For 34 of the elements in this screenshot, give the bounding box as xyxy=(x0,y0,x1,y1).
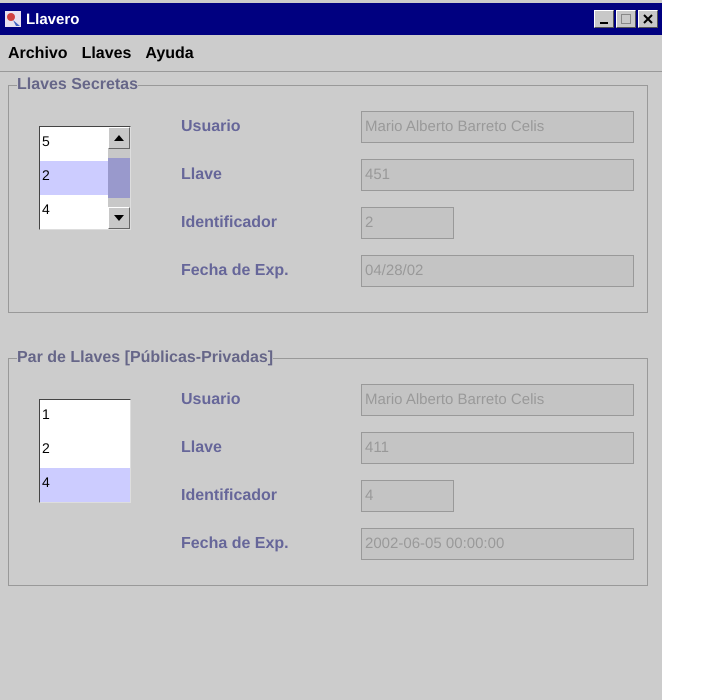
field-label: Usuario xyxy=(181,118,242,136)
group-title: Par de Llaves [Públicas-Privadas] xyxy=(17,349,274,367)
list-box[interactable]: 5 2 4 xyxy=(39,126,131,230)
menu-item[interactable]: Llaves xyxy=(82,45,132,63)
scroll-up-button[interactable] xyxy=(108,127,130,149)
field-label: Usuario xyxy=(181,391,242,409)
field-label: Llave xyxy=(181,439,223,457)
field-label: Fecha de Exp. xyxy=(181,535,290,553)
field-label: Fecha de Exp. xyxy=(181,262,290,280)
minimize-button[interactable] xyxy=(594,10,614,28)
field-label: Identificador xyxy=(181,487,278,505)
down-arrow-icon xyxy=(114,215,124,221)
list-item[interactable]: 5 xyxy=(40,127,108,161)
maximize-icon xyxy=(620,13,632,25)
list-item[interactable]: 1 xyxy=(40,400,130,434)
field-label: Llave xyxy=(181,166,223,184)
scrollbar[interactable] xyxy=(108,127,130,229)
close-icon xyxy=(642,13,654,25)
scroll-down-button[interactable] xyxy=(108,207,130,229)
list-item[interactable]: 2 xyxy=(40,434,130,468)
list-item[interactable]: 2 xyxy=(40,161,108,195)
group-title: Llaves Secretas xyxy=(17,76,138,94)
menu-item[interactable]: Archivo xyxy=(8,45,68,63)
list-box[interactable]: 1 2 4 xyxy=(39,399,131,503)
menu-item[interactable]: Ayuda xyxy=(145,45,194,63)
close-button[interactable] xyxy=(638,10,658,28)
list-item[interactable]: 4 xyxy=(40,195,108,229)
maximize-button[interactable] xyxy=(616,10,636,28)
list-item[interactable]: 4 xyxy=(40,468,130,502)
app-icon xyxy=(4,10,22,28)
minimize-icon xyxy=(600,22,608,24)
field-label: Identificador xyxy=(181,214,278,232)
up-arrow-icon xyxy=(114,135,124,141)
window-title: Llavero xyxy=(26,10,80,28)
